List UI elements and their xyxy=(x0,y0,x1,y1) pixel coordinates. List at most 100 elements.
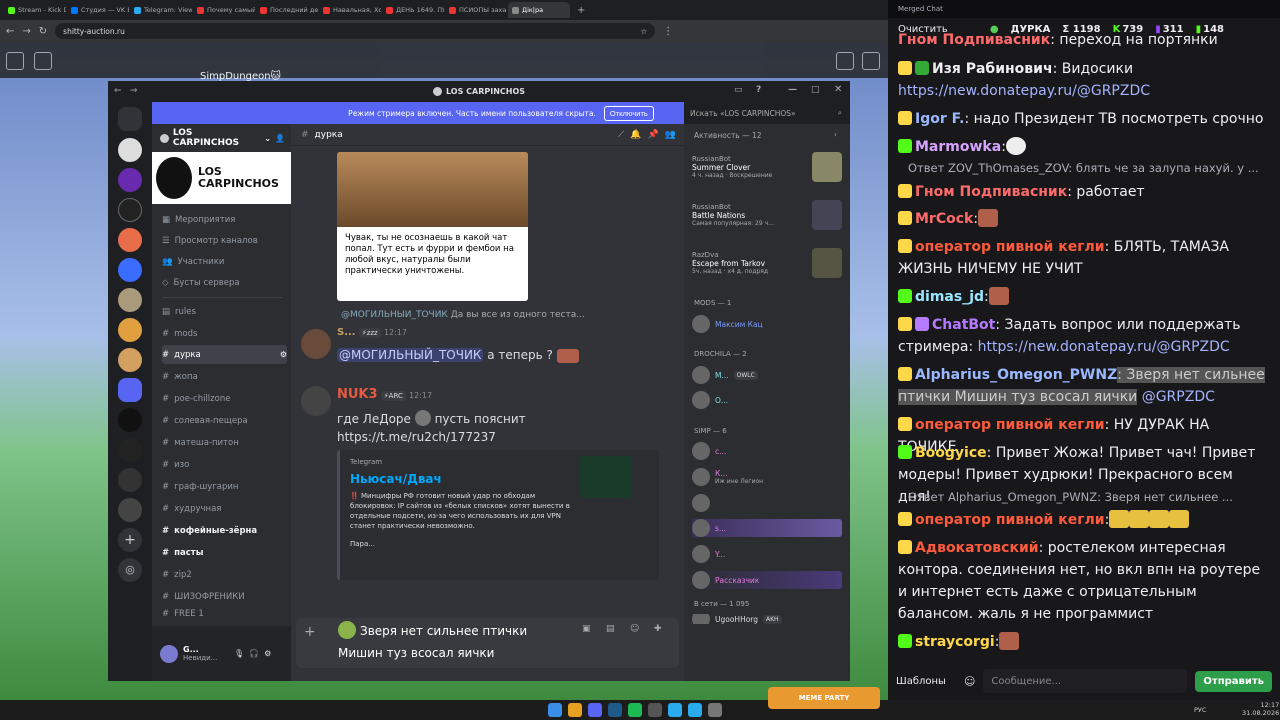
member-item[interactable]: s... xyxy=(692,519,842,537)
clock[interactable]: 12:17 31.08.2026 xyxy=(1242,701,1279,717)
member-item[interactable]: К... Иж ине Легион xyxy=(692,468,842,486)
menu-events[interactable]: ▦ Мероприятия xyxy=(162,210,287,229)
server-icon[interactable] xyxy=(118,318,142,342)
browser-tab[interactable]: Студия — VK Виде... xyxy=(67,2,129,18)
menu-boosts[interactable]: ◇ Бусты сервера xyxy=(162,273,287,292)
inbox-icon[interactable]: ▭ xyxy=(734,85,743,95)
emoji-icon[interactable]: ☺ xyxy=(964,675,975,688)
member-item[interactable]: Максим Кац xyxy=(692,315,842,333)
chat-user[interactable]: Адвокатовский xyxy=(915,540,1039,556)
message-input[interactable]: + Зверя нет сильнее птички Мишин туз всо… xyxy=(296,618,679,668)
chat-link[interactable]: https://new.donatepay.ru/@GRPZDC xyxy=(978,339,1230,355)
chat-user[interactable]: dimas_jd xyxy=(915,289,984,305)
address-bar[interactable]: shitty-auction.ru ☆ xyxy=(55,23,656,39)
menu-browse-channels[interactable]: ☰ Просмотр каналов xyxy=(162,231,287,250)
back-icon[interactable]: ← xyxy=(114,86,122,96)
mic-icon[interactable]: 🎙 xyxy=(234,649,244,658)
server-icon[interactable] xyxy=(118,258,142,282)
game-window-icon[interactable] xyxy=(862,52,880,70)
spotify-icon[interactable] xyxy=(628,703,642,717)
help-icon[interactable]: ? xyxy=(756,85,761,95)
browser-tab[interactable]: ДЕНЬ 1649. ПУТИ... xyxy=(382,2,444,18)
game-menu-icon[interactable] xyxy=(6,52,24,70)
reload-icon[interactable]: ↻ xyxy=(39,26,47,37)
channel-item[interactable]: # худручная xyxy=(162,499,287,518)
language-indicator[interactable]: РУС xyxy=(1194,706,1206,714)
chat-user[interactable]: MrCock xyxy=(915,211,973,227)
server-icon[interactable] xyxy=(118,348,142,372)
sticker-icon[interactable]: ▤ xyxy=(606,624,615,634)
chat-user[interactable]: ChatBot xyxy=(932,317,995,333)
add-member-icon[interactable]: 👤 xyxy=(275,134,285,143)
channel-item[interactable]: # изо xyxy=(162,455,287,474)
activity-card[interactable]: RussianBot Summer Clover 4 ч. назад · Воск… xyxy=(692,152,842,182)
add-server-icon[interactable]: + xyxy=(118,528,142,552)
server-header[interactable]: LOS CARPINCHOS ⌄ 👤 xyxy=(160,128,285,148)
author-name[interactable]: S... xyxy=(337,327,356,338)
channel-item[interactable]: # кофейные-зёрна xyxy=(162,521,287,540)
chat-user[interactable]: Boogyice xyxy=(915,445,987,461)
chat-user[interactable]: Гном Подпивасник xyxy=(915,184,1067,200)
chat-user[interactable]: straycorgi xyxy=(915,634,995,650)
channel-item[interactable]: # zip2 xyxy=(162,565,287,584)
server-icon[interactable] xyxy=(118,288,142,312)
member-item[interactable]: с... xyxy=(692,442,842,460)
browser-tab[interactable]: Telegram: View @... xyxy=(130,2,192,18)
bell-icon[interactable]: 🔔 xyxy=(630,130,641,140)
templates-button[interactable]: Шаблоны xyxy=(896,676,946,687)
discord-icon[interactable] xyxy=(588,703,602,717)
browser-tab[interactable]: ПСИОПЫ захаи... xyxy=(445,2,507,18)
channel-item[interactable]: # матеша-питон xyxy=(162,433,287,452)
member-item[interactable]: Рассказчик xyxy=(692,571,842,589)
channel-item[interactable]: # ШИЗОФРЕНИКИ xyxy=(162,587,287,606)
embed-thumbnail[interactable] xyxy=(580,456,632,498)
channel-item[interactable]: # mods xyxy=(162,324,287,343)
server-icon[interactable] xyxy=(118,198,142,222)
close-icon[interactable]: ✕ xyxy=(834,84,842,95)
channel-item[interactable]: ▤ rules xyxy=(162,302,287,321)
server-icon[interactable] xyxy=(118,438,142,462)
chrome-icon[interactable] xyxy=(568,703,582,717)
channel-item[interactable]: # солевая-пещера xyxy=(162,411,287,430)
disable-streamer-mode-button[interactable]: Отключить xyxy=(603,105,654,121)
member-item[interactable]: UgooHHorg AKH xyxy=(692,614,842,624)
apps-icon[interactable]: ✚ xyxy=(654,624,662,634)
activity-card[interactable]: RussianBot Battle Nations Самая популярная… xyxy=(692,200,842,230)
browser-tab[interactable]: Stream - Kick Dur... xyxy=(4,2,66,18)
back-icon[interactable]: ← xyxy=(6,26,14,37)
windows-start-icon[interactable] xyxy=(548,703,562,717)
maximize-icon[interactable]: □ xyxy=(811,85,820,95)
star-icon[interactable]: ☆ xyxy=(640,27,647,36)
user-settings-icon[interactable]: ⚙ xyxy=(264,649,271,658)
chat-input[interactable]: Сообщение... xyxy=(983,669,1188,693)
gif-icon[interactable]: ▣ xyxy=(582,624,591,634)
forward-icon[interactable]: → xyxy=(130,86,138,96)
chat-user[interactable]: оператор пивной кегли xyxy=(915,239,1105,255)
threads-icon[interactable]: ⟋ xyxy=(618,130,624,140)
chat-user[interactable]: оператор пивной кегли xyxy=(915,512,1105,528)
browser-tab[interactable]: Навальная, Ходо... xyxy=(319,2,381,18)
chat-user[interactable]: Igor F. xyxy=(915,111,964,127)
chat-user[interactable]: Alpharius_Omegon_PWNZ xyxy=(915,367,1117,383)
headphones-icon[interactable]: 🎧 xyxy=(249,649,259,658)
chat-link[interactable]: https://new.donatepay.ru/@GRPZDC xyxy=(898,80,1270,102)
chat-mention[interactable]: @GRPZDC xyxy=(1142,389,1215,405)
chat-user[interactable]: Гном Подпивасник xyxy=(898,33,1050,47)
search-box[interactable]: Искать «LOS CARPINCHOS» ⌕ xyxy=(684,102,850,124)
member-item[interactable]: О... xyxy=(692,391,842,409)
attach-plus-icon[interactable]: + xyxy=(304,624,316,640)
game-save-icon[interactable] xyxy=(34,52,52,70)
app-icon[interactable] xyxy=(688,703,702,717)
member-item[interactable]: Y... xyxy=(692,545,842,563)
channel-item[interactable]: # граф-шугарин xyxy=(162,477,287,496)
channel-item[interactable]: # жопа xyxy=(162,367,287,386)
reply-preview[interactable]: @МОГИЛЬНЫЙ_ТОЧИК Да вы все из одного тес… xyxy=(341,310,681,320)
channel-item[interactable]: # poe-chillzone xyxy=(162,389,287,408)
new-tab-icon[interactable]: + xyxy=(577,5,585,16)
channel-item[interactable]: # FREE 1 xyxy=(162,609,287,619)
explore-icon[interactable]: ◎ xyxy=(118,558,142,582)
channel-item-active[interactable]: # дурка ⚙ xyxy=(162,345,287,364)
browser-tab[interactable]: Последний день... xyxy=(256,2,318,18)
meme-image[interactable]: Чувак, ты не осознаешь в какой чат попал… xyxy=(337,152,528,301)
server-icon[interactable] xyxy=(118,468,142,492)
